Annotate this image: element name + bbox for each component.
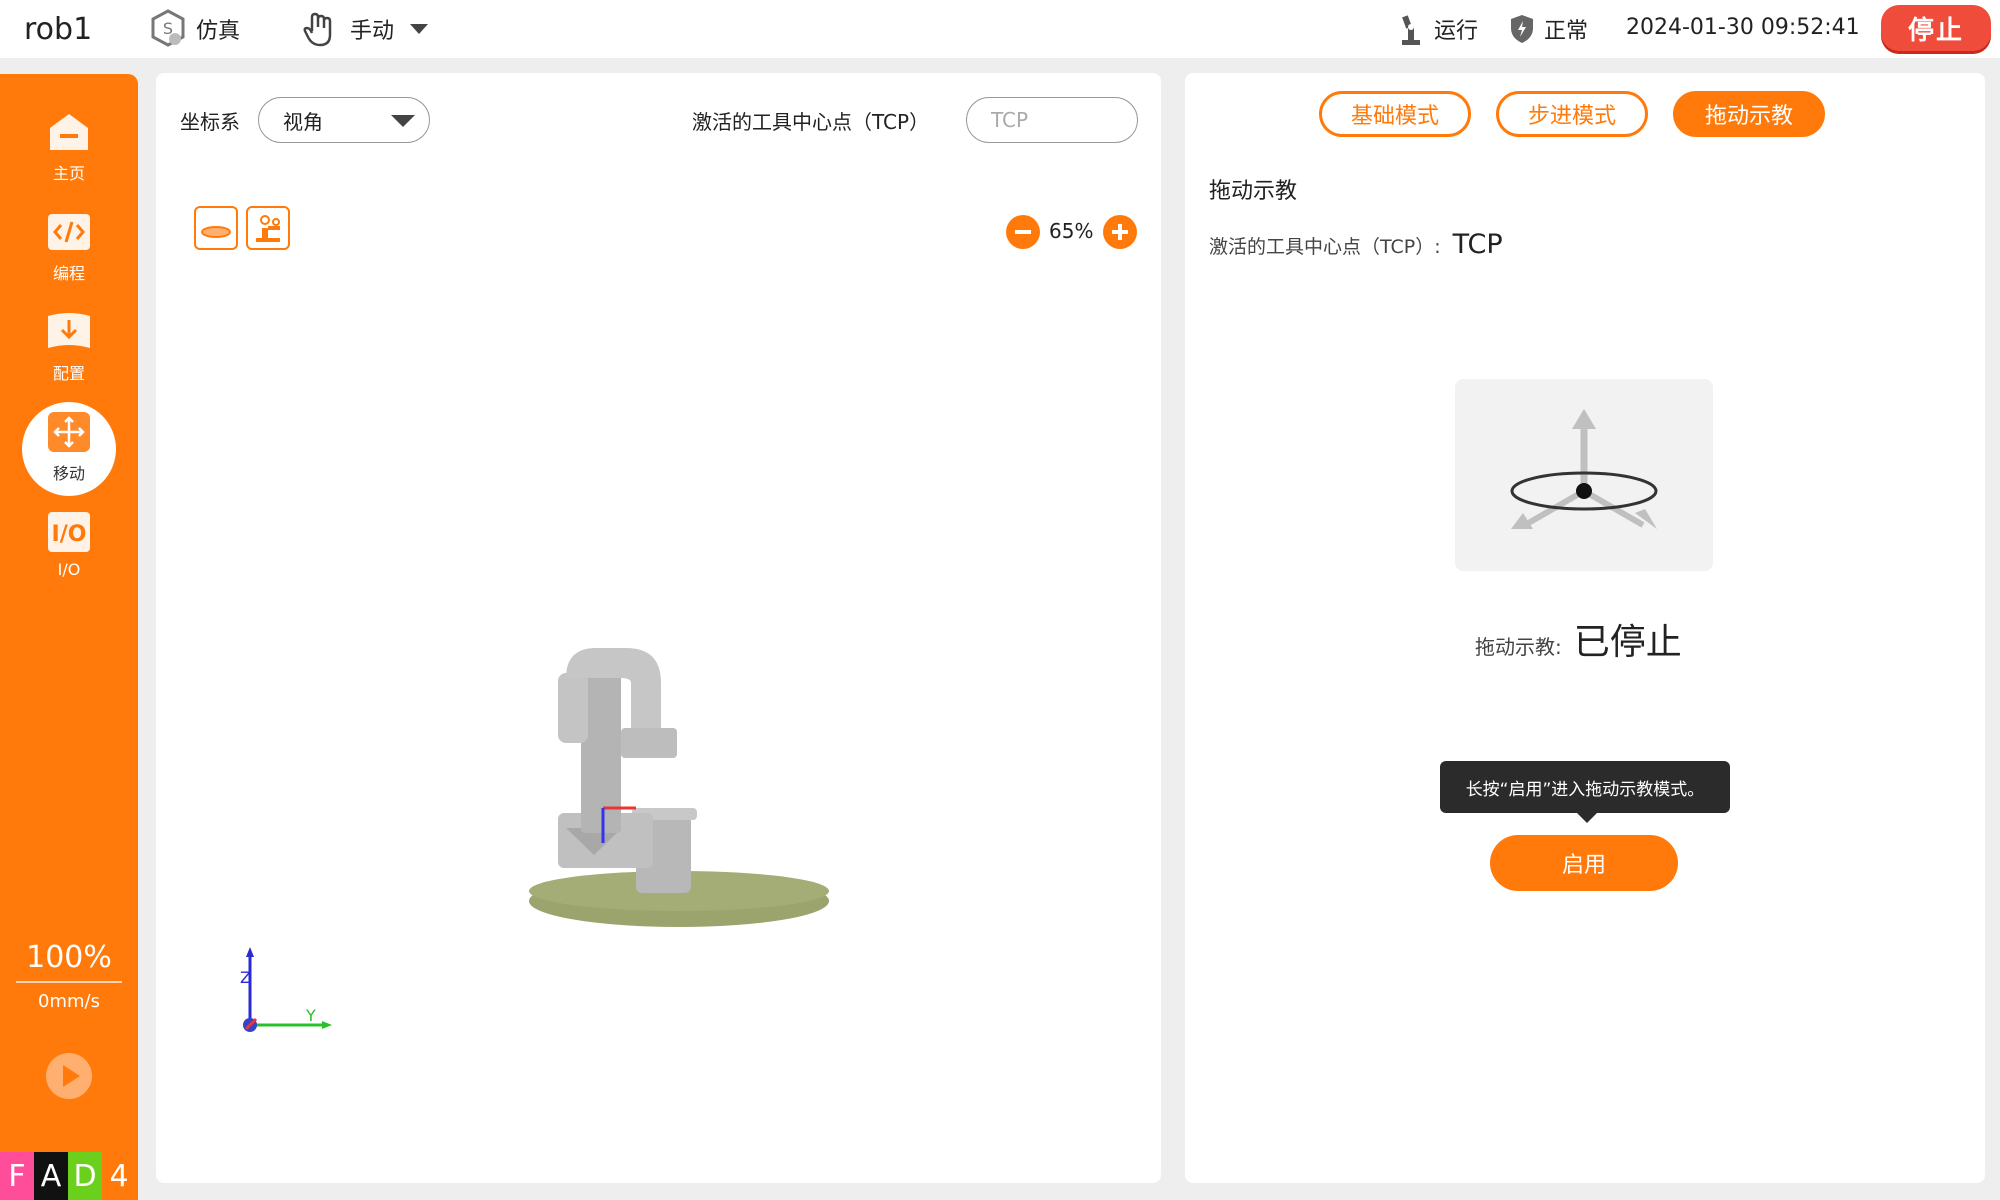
speed-indicator[interactable]: 100% 0mm/s	[0, 940, 138, 1012]
sidebar-item-label: 移动	[52, 464, 85, 483]
simulation-icon: S	[151, 9, 185, 47]
zoom-level: 65%	[1049, 219, 1094, 243]
y-axis-label: Y	[305, 1006, 316, 1025]
chevron-down-icon	[410, 24, 429, 34]
axes-gizmo-icon	[1510, 409, 1658, 529]
tcp-input[interactable]	[966, 97, 1138, 143]
active-tcp-row: 激活的工具中心点（TCP）: TCP	[1209, 229, 1503, 260]
base-view-button[interactable]	[194, 206, 238, 250]
sidebar-item-label: I/O	[57, 560, 81, 579]
drag-teach-status-value: 已停止	[1573, 622, 1682, 663]
sidebar-item-home[interactable]: 主页	[0, 110, 138, 206]
drag-teach-status: 拖动示教: 已停止	[1475, 613, 1682, 665]
simulation-label: 仿真	[196, 19, 241, 44]
top-bar: rob1 S 仿真 手动 运行 正常 2024-01-30 09:52:41 停…	[0, 0, 2000, 58]
enable-tooltip: 长按“启用”进入拖动示教模式。	[1440, 761, 1730, 823]
tab-drag-teach[interactable]: 拖动示教	[1673, 91, 1825, 137]
safety-status-label: 正常	[1544, 19, 1589, 44]
active-tcp-value: TCP	[1452, 229, 1503, 260]
tcp-label: 激活的工具中心点（TCP）	[692, 110, 930, 134]
sidebar-item-label: 编程	[52, 264, 85, 283]
robot-view-button[interactable]	[246, 206, 290, 250]
sidebar-item-label: 配置	[52, 364, 85, 383]
mode-label: 手动	[350, 19, 395, 44]
move-icon	[48, 412, 90, 452]
sidebar-item-label: 主页	[52, 164, 85, 183]
teach-panel: 基础模式 步进模式 拖动示教 拖动示教 激活的工具中心点（TCP）: TCP 拖…	[1185, 73, 1985, 1183]
drag-teach-illustration	[1455, 379, 1713, 571]
indicator-4: 4	[102, 1152, 136, 1200]
indicator-a: A	[34, 1152, 68, 1200]
axis-gizmo: Z Y	[240, 947, 332, 1032]
mode-dropdown[interactable]: 手动	[300, 10, 429, 48]
robot-view-panel: 坐标系 视角 激活的工具中心点（TCP） 65%	[156, 73, 1161, 1183]
speed-value: 0mm/s	[38, 991, 100, 1012]
coord-system-label: 坐标系	[180, 110, 240, 134]
run-status-label: 运行	[1434, 19, 1479, 44]
sidebar-item-config[interactable]: 配置	[0, 310, 138, 406]
zoom-in-button[interactable]	[1103, 215, 1137, 249]
divider	[16, 981, 122, 983]
robot-3d-model[interactable]	[496, 593, 856, 953]
stop-button[interactable]: 停止	[1881, 5, 1991, 51]
safety-status: 正常	[1510, 10, 1588, 48]
zoom-out-button[interactable]	[1006, 215, 1040, 249]
robot-icon	[256, 215, 280, 242]
robot-name: rob1	[24, 12, 93, 47]
io-icon: I/O	[48, 512, 90, 552]
coord-system-select[interactable]: 视角	[258, 97, 430, 143]
enable-button[interactable]: 启用	[1490, 835, 1678, 891]
coord-system-value: 视角	[283, 109, 323, 134]
hand-icon	[303, 12, 332, 47]
home-icon	[50, 114, 88, 150]
active-tcp-label: 激活的工具中心点（TCP）:	[1209, 236, 1441, 258]
sidebar-item-program[interactable]: 编程	[0, 210, 138, 306]
shield-icon	[1511, 15, 1533, 43]
run-status: 运行	[1398, 10, 1478, 48]
sidebar: 主页 编程 配置 移动 I/O I/O 100% 0mm/s	[0, 74, 138, 1200]
sidebar-item-move[interactable]: 移动	[0, 402, 138, 506]
status-indicators: F A D 4	[0, 1152, 136, 1200]
z-axis-label: Z	[240, 968, 251, 987]
tab-step-mode[interactable]: 步进模式	[1496, 91, 1648, 137]
tab-basic-mode[interactable]: 基础模式	[1319, 91, 1471, 137]
play-icon[interactable]	[45, 1052, 93, 1100]
svg-text:I/O: I/O	[52, 522, 87, 547]
datetime: 2024-01-30 09:52:41	[1626, 15, 1860, 40]
indicator-d: D	[68, 1152, 102, 1200]
simulation-indicator[interactable]: S 仿真	[150, 9, 241, 48]
indicator-f: F	[0, 1152, 34, 1200]
chevron-down-icon	[391, 115, 415, 127]
config-download-icon	[48, 313, 90, 348]
drag-teach-status-label: 拖动示教:	[1475, 635, 1562, 659]
sidebar-item-io[interactable]: I/O I/O	[0, 510, 138, 606]
section-title: 拖动示教	[1209, 179, 1298, 204]
base-plate-icon	[201, 226, 231, 238]
code-icon	[48, 214, 90, 250]
robot-arm-icon	[1402, 15, 1420, 45]
speed-percent: 100%	[26, 940, 112, 975]
